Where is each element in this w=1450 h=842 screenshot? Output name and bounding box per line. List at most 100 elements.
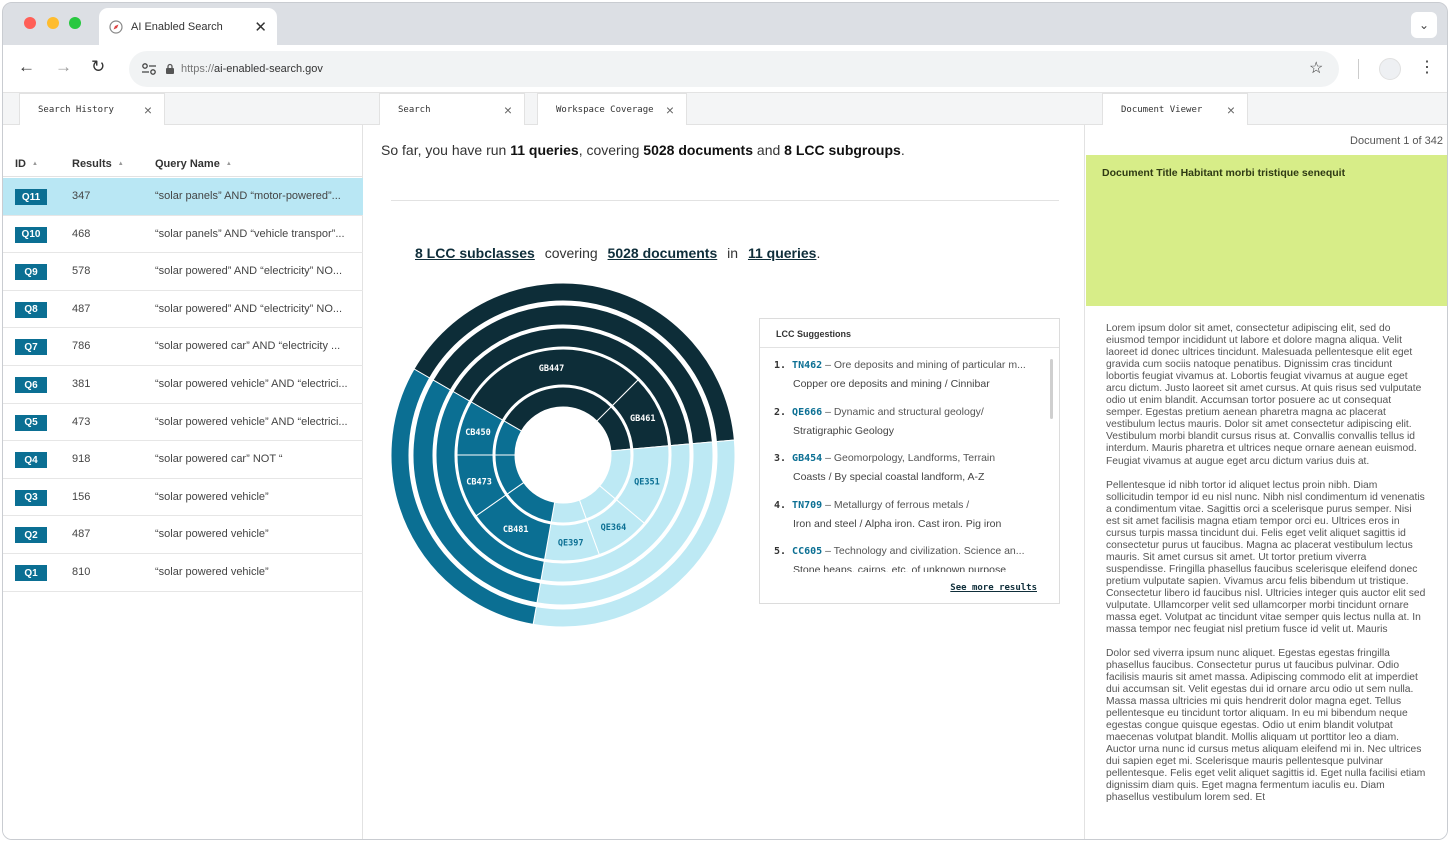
reload-icon[interactable]: ↻ xyxy=(91,57,105,77)
query-name: “solar powered vehicle” xyxy=(155,490,269,503)
bookmark-star-icon[interactable]: ☆ xyxy=(1309,58,1323,78)
summary-text: and xyxy=(753,142,785,158)
query-id-badge: Q5 xyxy=(15,414,47,431)
lcc-suggestion-item[interactable]: 1. TN462 – Ore deposits and mining of par… xyxy=(774,356,1044,393)
back-arrow-icon[interactable]: ← xyxy=(18,57,35,77)
queries-link[interactable]: 11 queries xyxy=(748,245,817,261)
coverage-summary: So far, you have run 11 queries, coverin… xyxy=(381,142,905,158)
history-row-q4[interactable]: Q4 918 “solar powered car” NOT “ xyxy=(3,441,363,479)
history-row-q1[interactable]: Q1 810 “solar powered vehicle” xyxy=(3,554,363,592)
query-name: “solar powered vehicle” AND “electrici..… xyxy=(155,378,348,390)
close-tab-icon[interactable]: × xyxy=(1227,102,1235,118)
lcc-suggestion-item[interactable]: 3. GB454 – Geomorpology, Landforms, Terra… xyxy=(774,449,1044,486)
sunburst-segment-qe397[interactable] xyxy=(550,499,587,524)
see-more-results-link[interactable]: See more results xyxy=(950,583,1037,593)
query-name: “solar panels” AND “vehicle transpor”... xyxy=(155,227,345,240)
suggestion-subtitle: Copper ore deposits and mining / Cinniba… xyxy=(793,378,990,390)
query-results: 381 xyxy=(72,378,91,390)
suggestion-subtitle: Iron and steel / Alpha iron. Cast iron. … xyxy=(793,517,1002,530)
minimize-window-button[interactable] xyxy=(47,17,59,29)
history-row-q3[interactable]: Q3 156 “solar powered vehicle” xyxy=(3,479,363,517)
lcc-suggestion-item[interactable]: 5. CC605 – Technology and civilization. S… xyxy=(774,542,1044,572)
column-header-results[interactable]: Results ▲ xyxy=(72,158,124,170)
summary-documents: 5028 documents xyxy=(643,142,754,158)
sunburst-label: CB450 xyxy=(465,428,491,438)
tab-search[interactable]: Search × xyxy=(379,93,525,125)
lcc-sunburst-chart: GB447 GB461 QE351 QE364 QE397 CB481 CB473 CB450 xyxy=(390,282,736,628)
suggestion-description: – Technology and civilization. Science a… xyxy=(825,545,1025,557)
query-id-badge: Q10 xyxy=(15,226,47,243)
divider xyxy=(391,200,1059,201)
browser-tab-title: AI Enabled Search xyxy=(131,20,223,33)
suggestions-scrollbar[interactable] xyxy=(1050,359,1053,419)
sort-asc-icon: ▲ xyxy=(225,161,232,168)
suggestion-code: QE666 xyxy=(792,406,823,418)
suggestion-number: 4. xyxy=(774,499,787,511)
profile-avatar[interactable] xyxy=(1379,58,1401,80)
zoom-window-button[interactable] xyxy=(69,17,81,29)
query-name: “solar panels” AND “motor-powered”... xyxy=(155,190,341,202)
query-id-badge: Q11 xyxy=(15,189,47,205)
url-host: ai-enabled-search.gov xyxy=(214,63,323,75)
browser-toolbar: ← → ↻ https://ai-enabled-search.gov ☆ ⋮ xyxy=(3,45,1447,93)
tab-search-history-label: Search History xyxy=(38,104,114,115)
suggestion-number: 1. xyxy=(774,360,787,371)
lcc-suggestion-item[interactable]: 4. TN709 – Metallurgy of ferrous metals /… xyxy=(774,496,1044,533)
compass-icon xyxy=(109,19,123,34)
history-row-q8[interactable]: Q8 487 “solar powered” AND “electricity” N… xyxy=(3,291,363,329)
suggestion-description: – Geomorpology, Landforms, Terrain xyxy=(825,452,996,464)
history-row-q10[interactable]: Q10 468 “solar panels” AND “vehicle transp… xyxy=(3,216,363,254)
history-row-q6[interactable]: Q6 381 “solar powered vehicle” AND “electr… xyxy=(3,366,363,404)
history-row-q11[interactable]: Q11 347 “solar panels” AND “motor-powered”… xyxy=(3,178,363,216)
query-name: “solar powered vehicle” xyxy=(155,566,269,578)
history-row-q5[interactable]: Q5 473 “solar powered vehicle” AND “electr… xyxy=(3,404,363,442)
query-id-badge: Q3 xyxy=(15,489,47,506)
site-settings-icon[interactable] xyxy=(141,62,157,76)
query-results: 468 xyxy=(72,227,91,240)
document-counter: Document 1 of 342 xyxy=(1350,135,1443,147)
suggestion-code: TN462 xyxy=(792,360,823,371)
lcc-suggestions-list: 1. TN462 – Ore deposits and mining of par… xyxy=(760,348,1048,572)
document-title-highlight: Document Title Habitant morbi tristique … xyxy=(1086,155,1447,306)
counter-text: Document xyxy=(1350,135,1404,147)
close-tab-icon[interactable]: × xyxy=(666,102,674,118)
tab-workspace-coverage[interactable]: Workspace Coverage × xyxy=(537,93,687,125)
browser-tab-bar: AI Enabled Search ✕ ⌄ xyxy=(3,3,1447,45)
close-tab-icon[interactable]: ✕ xyxy=(254,18,267,36)
query-results: 347 xyxy=(72,190,91,202)
forward-arrow-icon[interactable]: → xyxy=(55,57,72,77)
history-row-q7[interactable]: Q7 786 “solar powered car” AND “electricit… xyxy=(3,328,363,366)
sort-asc-icon: ▲ xyxy=(117,161,124,168)
close-window-button[interactable] xyxy=(24,17,36,29)
query-results: 156 xyxy=(72,490,91,503)
close-tab-icon[interactable]: × xyxy=(504,102,512,118)
tab-search-dropdown[interactable]: ⌄ xyxy=(1411,12,1437,38)
sunburst-label: CB481 xyxy=(503,525,529,535)
query-name: “solar powered car” AND “electricity ... xyxy=(155,340,341,353)
query-id-badge: Q1 xyxy=(15,565,47,581)
browser-tab-active[interactable]: AI Enabled Search ✕ xyxy=(99,8,277,45)
history-row-q9[interactable]: Q9 578 “solar powered” AND “electricity” N… xyxy=(3,253,363,291)
suggestion-number: 3. xyxy=(774,453,787,464)
lcc-suggestion-item[interactable]: 2. QE666 – Dynamic and structural geology… xyxy=(774,403,1044,440)
column-header-query-name[interactable]: Query Name ▲ xyxy=(155,158,232,170)
browser-window: AI Enabled Search ✕ ⌄ ← → ↻ https://ai-e… xyxy=(2,2,1448,840)
column-header-id[interactable]: ID ▲ xyxy=(15,158,38,170)
suggestion-subtitle: Stratigraphic Geology xyxy=(793,424,894,437)
tab-search-history[interactable]: Search History × xyxy=(19,93,165,125)
suggestion-number: 5. xyxy=(774,546,787,557)
documents-link[interactable]: 5028 documents xyxy=(608,245,718,261)
query-id-badge: Q6 xyxy=(15,377,47,393)
query-id-badge: Q8 xyxy=(15,301,47,318)
tab-document-viewer[interactable]: Document Viewer × xyxy=(1102,93,1248,125)
query-results: 487 xyxy=(72,302,91,315)
summary-subgroups: 8 LCC subgroups xyxy=(784,142,901,158)
history-row-q2[interactable]: Q2 487 “solar powered vehicle” xyxy=(3,516,363,554)
address-bar[interactable]: https://ai-enabled-search.gov xyxy=(129,51,1339,87)
more-menu-icon[interactable]: ⋮ xyxy=(1419,57,1435,77)
suggestion-number: 2. xyxy=(774,406,787,418)
lcc-subclasses-link[interactable]: 8 LCC subclasses xyxy=(415,245,535,261)
lcc-suggestions-title: LCC Suggestions xyxy=(776,329,852,339)
query-id-badge: Q9 xyxy=(15,264,47,281)
close-tab-icon[interactable]: × xyxy=(144,102,152,118)
